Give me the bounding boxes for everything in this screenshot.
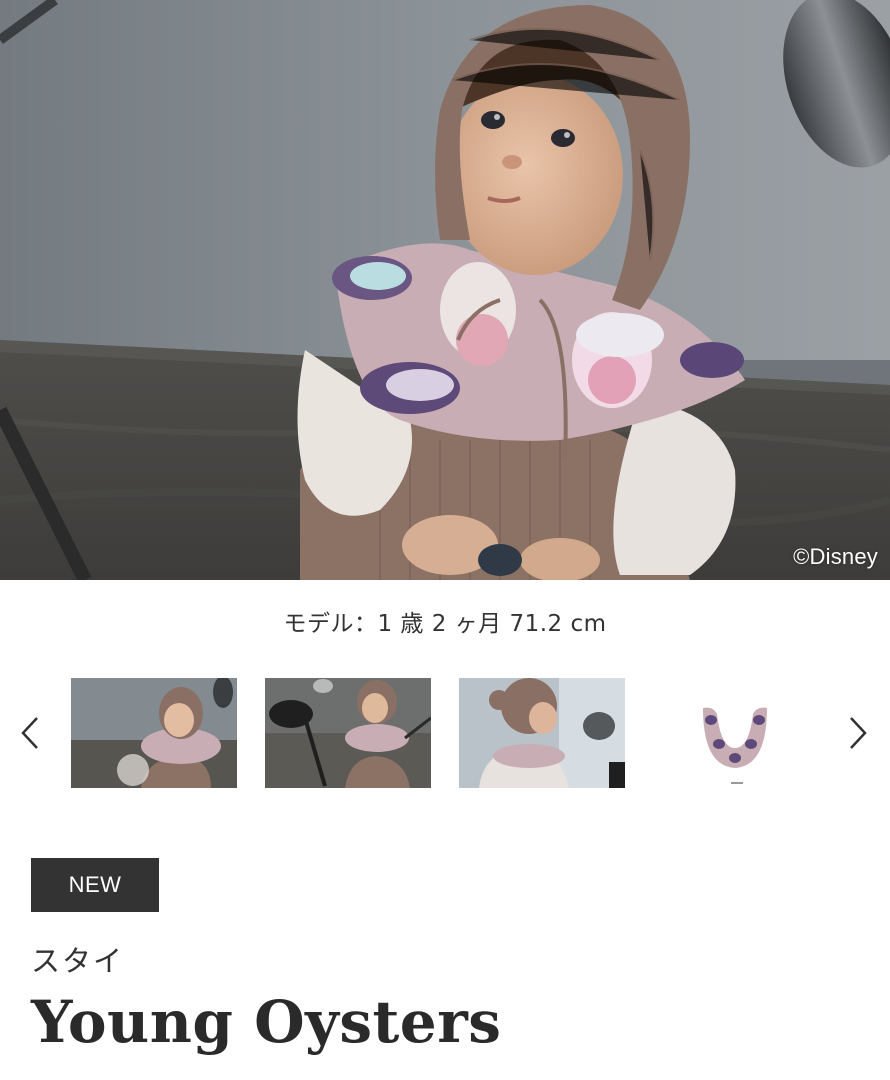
product-name: Young Oysters <box>31 988 502 1056</box>
thumbnail-3[interactable] <box>459 678 625 788</box>
product-page: ©Disney モデル：1 歳 2 ヶ月 71.2 cm NEW スタイ You… <box>0 0 890 1080</box>
chevron-left-icon <box>21 717 38 749</box>
chevron-right-icon <box>850 717 867 749</box>
thumbnail-carousel <box>0 678 890 788</box>
thumbnail-3-image <box>459 678 625 788</box>
model-size-caption: モデル：1 歳 2 ヶ月 71.2 cm <box>283 611 607 637</box>
thumbnail-1-image <box>71 678 237 788</box>
copyright-credit: ©Disney <box>793 544 878 569</box>
thumbnail-2[interactable] <box>265 678 431 788</box>
thumbnail-2-image <box>265 678 431 788</box>
thumbnail-4[interactable] <box>653 678 819 788</box>
thumbnail-4-image <box>653 678 819 788</box>
carousel-prev-button[interactable] <box>10 713 50 753</box>
hero-photo <box>0 0 890 580</box>
new-badge: NEW <box>31 858 159 912</box>
hero-image[interactable]: ©Disney <box>0 0 890 580</box>
thumbnail-1[interactable] <box>71 678 237 788</box>
carousel-next-button[interactable] <box>838 713 878 753</box>
product-category: スタイ <box>31 944 125 978</box>
